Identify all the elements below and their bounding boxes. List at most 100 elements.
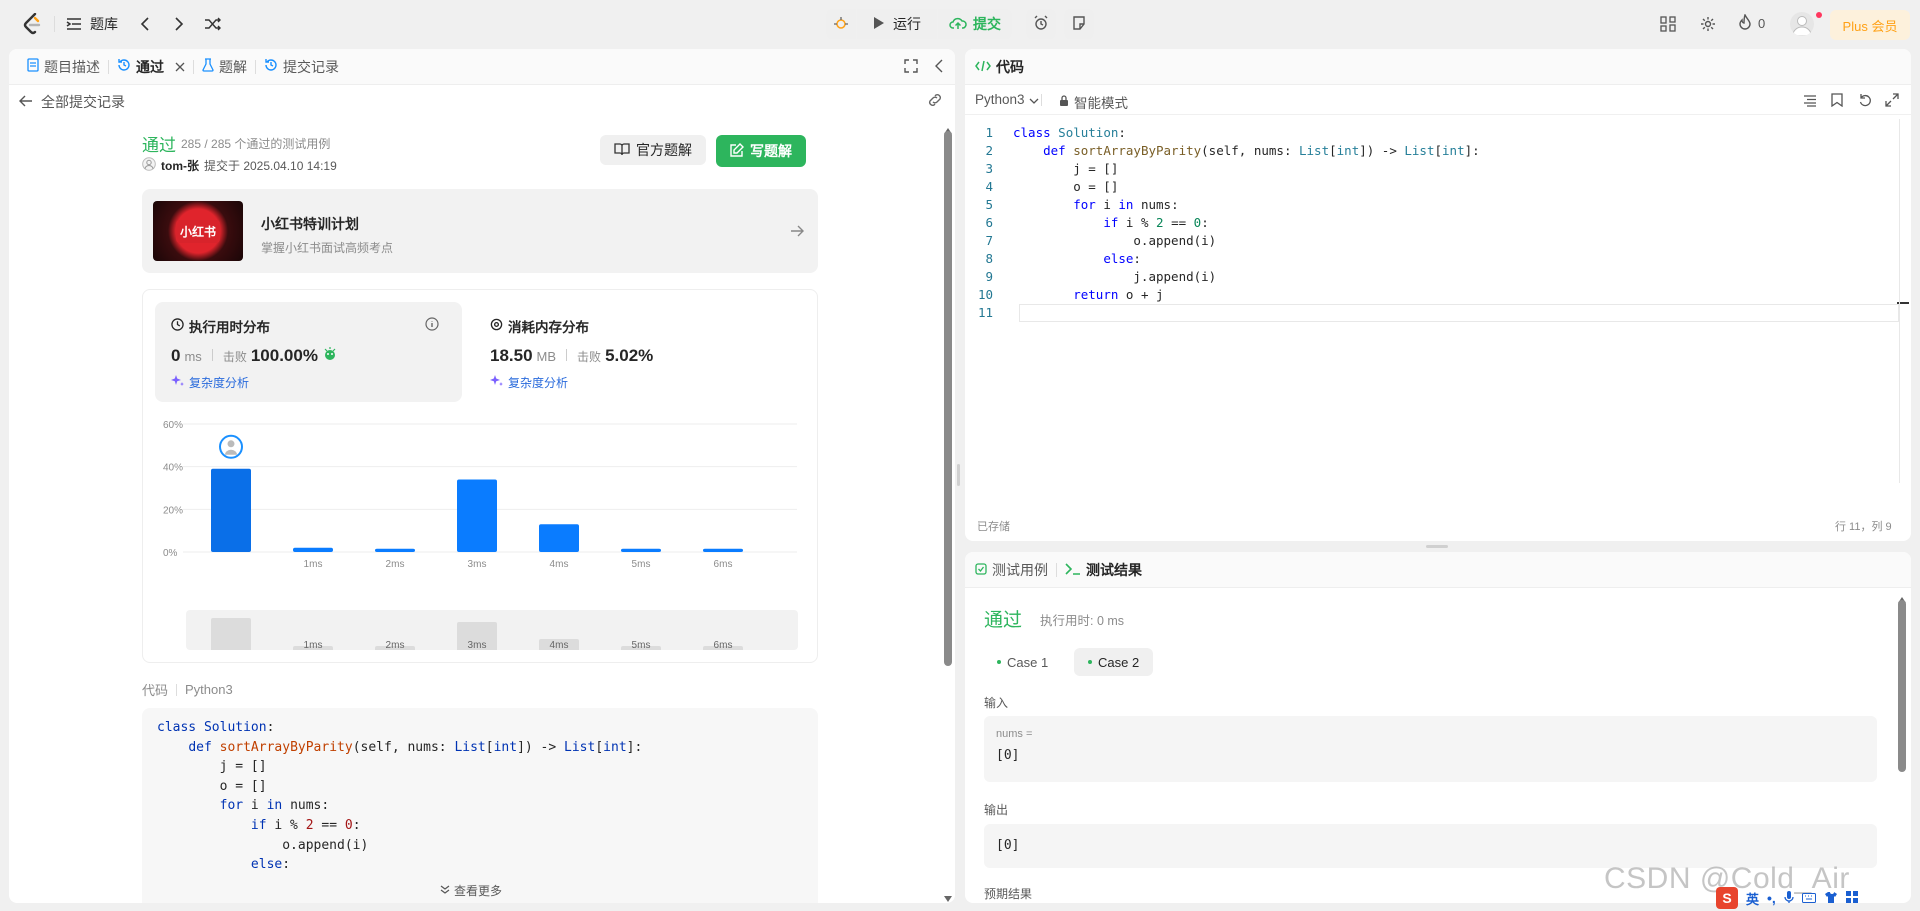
runtime-beat-label: 击败 xyxy=(222,350,247,364)
alarm-button[interactable] xyxy=(1026,9,1056,39)
current-line-highlight xyxy=(1019,304,1899,322)
ime-toolbar[interactable]: S 英 •, xyxy=(1716,886,1912,910)
official-solution-button[interactable]: 官方题解 xyxy=(600,135,706,165)
streak-counter[interactable]: 0 xyxy=(1738,13,1765,33)
chevron-left-icon[interactable] xyxy=(140,16,150,32)
bar[interactable] xyxy=(211,468,251,552)
code-line: j = [] xyxy=(157,759,267,775)
memory-box[interactable]: 消耗内存分布 18.50 MB 击败 5.02% 复杂度分析 xyxy=(474,302,781,402)
results-scrollbar[interactable] xyxy=(1897,590,1907,903)
code-line[interactable]: 2 def sortArrayByParity(self, nums: List… xyxy=(965,142,1911,160)
code-line[interactable]: 6 if i % 2 == 0: xyxy=(965,214,1911,232)
runtime-analysis-link[interactable]: 复杂度分析 xyxy=(171,374,249,391)
format-icon[interactable] xyxy=(1803,94,1817,110)
stats-card: 执行用时分布 0 ms 击败 100.00% 复杂度分析 消耗内存分布 18.5… xyxy=(142,289,818,663)
case-1-tab[interactable]: Case 1 xyxy=(985,648,1060,676)
bar[interactable] xyxy=(375,548,415,552)
code-line[interactable]: 5 for i in nums: xyxy=(965,196,1911,214)
run-button[interactable]: 运行 xyxy=(857,9,937,39)
bookmark-icon[interactable] xyxy=(1831,93,1843,110)
runtime-unit: ms xyxy=(184,349,202,364)
code-line[interactable]: 3 j = [] xyxy=(965,160,1911,178)
close-icon[interactable] xyxy=(175,59,185,75)
tab-solutions[interactable]: 题解 xyxy=(194,57,255,77)
chip-icon xyxy=(490,318,503,334)
vertical-splitter[interactable] xyxy=(957,464,960,486)
info-icon[interactable] xyxy=(425,317,439,334)
plus-member-button[interactable]: Plus 会员 xyxy=(1830,10,1910,40)
memory-values: 18.50 MB 击败 5.02% xyxy=(490,346,653,366)
saved-status: 已存储 xyxy=(977,521,1010,533)
tab-testcases[interactable]: 测试用例 xyxy=(975,560,1056,580)
scroll-down-arrow-icon[interactable] xyxy=(944,889,952,903)
runtime-analysis-label: 复杂度分析 xyxy=(189,376,250,390)
note-button[interactable] xyxy=(1064,9,1094,39)
runtime-beat: 100.00% xyxy=(250,346,318,365)
code-line[interactable]: 1 class Solution: xyxy=(965,124,1911,142)
x-tick-label: 6ms xyxy=(714,559,733,570)
code-line: o.append(i) xyxy=(157,837,369,853)
grid-icon xyxy=(1845,890,1858,906)
code-line: else: xyxy=(250,857,291,873)
y-tick-label: 60% xyxy=(163,420,183,431)
show-more-button[interactable]: 查看更多 xyxy=(440,882,502,899)
chevron-right-icon[interactable] xyxy=(174,16,184,32)
left-scrollbar[interactable] xyxy=(943,121,953,903)
tab-submissions[interactable]: 提交记录 xyxy=(256,57,347,77)
editor-vscroll-track[interactable] xyxy=(1899,119,1900,483)
divider xyxy=(1041,94,1042,106)
brush-bar xyxy=(211,618,251,650)
runtime-box[interactable]: 执行用时分布 0 ms 击败 100.00% 复杂度分析 xyxy=(155,302,462,402)
expand-icon[interactable] xyxy=(1885,93,1899,110)
status-accepted: 通过 xyxy=(142,136,176,155)
avatar[interactable] xyxy=(1790,12,1814,36)
username[interactable]: tom-张 xyxy=(161,157,199,174)
code-line[interactable]: 7 o.append(i) xyxy=(965,232,1911,250)
tab-accepted[interactable]: 通过 xyxy=(109,57,193,77)
celebration-icon xyxy=(322,347,338,364)
bar[interactable] xyxy=(539,524,579,552)
leetcode-logo-icon[interactable] xyxy=(22,12,42,35)
maximize-icon[interactable] xyxy=(904,59,918,76)
horizontal-splitter[interactable] xyxy=(1426,545,1448,548)
bug-icon xyxy=(833,15,849,34)
scroll-thumb[interactable] xyxy=(944,131,952,666)
code-line[interactable]: 10 return o + j xyxy=(965,286,1911,304)
flask-icon xyxy=(202,58,214,75)
chart-range-brush[interactable]: 1ms 2ms 3ms 4ms 5ms 6ms xyxy=(186,610,798,650)
memory-analysis-link[interactable]: 复杂度分析 xyxy=(490,374,568,391)
code-line[interactable]: 4 o = [] xyxy=(965,178,1911,196)
code-editor[interactable]: 1 class Solution: 2 def sortArrayByParity(… xyxy=(965,124,1911,464)
link-icon[interactable] xyxy=(927,93,943,110)
bar[interactable] xyxy=(457,479,497,552)
debug-button[interactable] xyxy=(826,9,856,39)
tab-description[interactable]: 题目描述 xyxy=(19,57,108,77)
reset-icon[interactable] xyxy=(1858,93,1872,110)
scroll-thumb[interactable] xyxy=(1898,600,1906,772)
bar[interactable] xyxy=(703,548,743,552)
line-number: 5 xyxy=(985,197,993,212)
double-chevron-down-icon xyxy=(440,884,450,898)
tab-accepted-label: 通过 xyxy=(136,58,164,75)
tab-test-result[interactable]: 测试结果 xyxy=(1057,560,1150,580)
tab-code[interactable]: 代码 xyxy=(975,57,1032,77)
case-2-tab[interactable]: Case 2 xyxy=(1074,648,1154,676)
code-line[interactable]: 8 else: xyxy=(965,250,1911,268)
smart-mode-toggle[interactable]: 智能模式 xyxy=(1059,92,1128,112)
layout-icon[interactable] xyxy=(1660,16,1676,35)
bar[interactable] xyxy=(621,548,661,552)
language-select[interactable]: Python3 xyxy=(975,92,1039,107)
problem-list-button[interactable]: 题库 xyxy=(66,14,118,34)
promo-card[interactable]: 小红书 小红书特训计划 掌握小红书面试高频考点 xyxy=(142,189,818,273)
bar[interactable] xyxy=(293,547,333,552)
shuffle-icon[interactable] xyxy=(204,16,222,32)
back-to-submissions[interactable]: 全部提交记录 xyxy=(19,92,125,112)
memory-unit: MB xyxy=(536,349,557,364)
code-brackets-icon xyxy=(975,59,991,75)
code-text: j.append(i) xyxy=(1013,269,1217,284)
write-solution-button[interactable]: 写题解 xyxy=(716,135,806,167)
collapse-chevron-icon[interactable] xyxy=(935,59,943,76)
code-line[interactable]: 9 j.append(i) xyxy=(965,268,1911,286)
settings-gear-icon[interactable] xyxy=(1700,16,1716,35)
submit-button[interactable]: 提交 xyxy=(938,9,1012,39)
